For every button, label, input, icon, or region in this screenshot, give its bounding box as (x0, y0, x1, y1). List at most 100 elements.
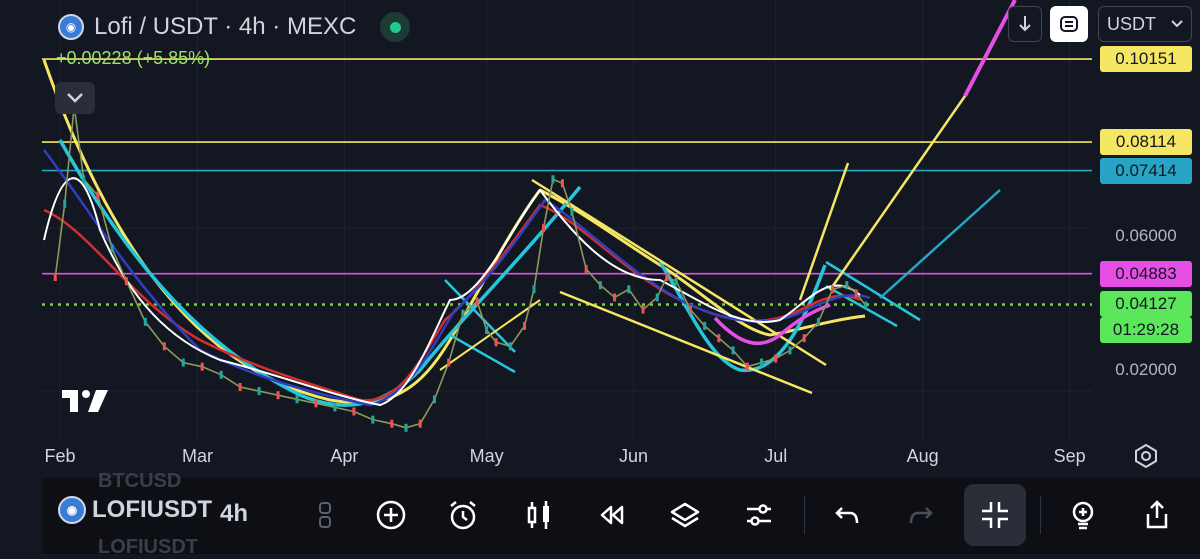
price-point (390, 419, 394, 428)
price-point (703, 321, 707, 330)
tradingview-logo-icon (62, 390, 108, 412)
redo-button[interactable] (896, 490, 946, 540)
price-point (333, 403, 337, 412)
x-tick-label: Aug (906, 446, 939, 466)
price-point (523, 321, 527, 330)
price-point (219, 370, 223, 379)
yellow-breakout-1 (798, 162, 850, 301)
settings-icon (1135, 443, 1157, 469)
price-level-label: 0.10151 (1100, 46, 1192, 73)
price-point (560, 179, 564, 188)
x-tick-label: Apr (330, 446, 359, 466)
x-tick-label: May (469, 446, 504, 466)
undo-icon (835, 507, 859, 524)
price-point (674, 277, 678, 286)
scroll-to-latest-button[interactable] (1008, 6, 1042, 42)
symbol-logo-icon: ◉ (58, 496, 86, 524)
redo-icon (909, 507, 933, 524)
chevron-down-icon (67, 93, 83, 103)
price-point (257, 387, 261, 396)
arrow-down-icon (1019, 16, 1031, 32)
horizontal-levels (42, 58, 1092, 306)
price-level-label: 0.08114 (1100, 129, 1192, 156)
cyan-target-line (879, 189, 1001, 299)
layers-icon (670, 502, 700, 528)
price-point (485, 326, 489, 334)
share-icon (1146, 500, 1168, 529)
ghost-ticker: LOFIUSDT (98, 536, 198, 558)
toolbar-divider (804, 496, 805, 534)
currency-select[interactable]: USDT (1098, 6, 1192, 42)
symbol-button[interactable]: ◉ LOFIUSDT (58, 496, 212, 524)
price-point (418, 419, 422, 428)
layers-button[interactable] (660, 490, 710, 540)
price-point (541, 224, 545, 233)
price-point (760, 358, 764, 367)
price-point (508, 342, 512, 351)
price-point (845, 281, 849, 290)
price-point (665, 273, 669, 282)
price-point (551, 175, 555, 184)
undo-button[interactable] (822, 490, 872, 540)
candlestick-icon (527, 501, 549, 529)
price-point (717, 334, 721, 343)
price-point (352, 407, 356, 416)
ideas-button[interactable] (1058, 490, 1108, 540)
price-point (461, 309, 465, 318)
share-button[interactable] (1132, 490, 1182, 540)
price-point (110, 244, 114, 253)
price-point (181, 358, 185, 367)
price-line (54, 105, 867, 429)
interval-button[interactable]: 4h (220, 500, 248, 528)
y-tick-label: 0.06000 (1115, 226, 1177, 245)
price-point (584, 264, 588, 273)
price-point (613, 293, 617, 302)
price-point (63, 199, 67, 208)
alert-button[interactable] (438, 490, 488, 540)
more-button[interactable] (300, 490, 350, 540)
settings-sliders-button[interactable] (734, 490, 784, 540)
chart-settings-button[interactable] (1122, 432, 1170, 480)
y-tick-label: 0.02000 (1115, 360, 1177, 379)
price-point (53, 273, 57, 282)
sync-button[interactable] (1050, 6, 1088, 42)
chart-title[interactable]: Lofi / USDT · 4h · MEXC (94, 13, 356, 41)
price-point (162, 342, 166, 351)
add-indicator-button[interactable] (366, 490, 416, 540)
cyan-handle-curve (658, 261, 827, 372)
fullscreen-exit-button[interactable] (964, 484, 1026, 546)
price-point (532, 285, 536, 294)
ghost-ticker: BTCUSD (98, 470, 182, 492)
price-point (238, 383, 242, 392)
rewind-icon (600, 505, 624, 525)
price-point (731, 346, 735, 355)
lightbulb-icon (1072, 501, 1094, 530)
price-point (655, 293, 659, 302)
x-tick-label: Feb (44, 446, 76, 466)
price-point (854, 289, 858, 298)
price-series (53, 101, 868, 432)
symbol-logo-icon[interactable]: ◉ (58, 14, 84, 40)
price-point (143, 317, 147, 326)
price-point (82, 175, 86, 184)
chevron-down-icon (1171, 20, 1183, 28)
x-tick-label: Jun (619, 446, 649, 466)
price-point (831, 285, 835, 294)
price-point (404, 423, 408, 432)
market-status-icon[interactable] (380, 12, 411, 42)
price-level-label: 0.07414 (1100, 157, 1192, 184)
sync-icon (1060, 16, 1078, 32)
chart-type-button[interactable] (514, 490, 564, 540)
chart-header: ◉ Lofi / USDT · 4h · MEXC (58, 12, 411, 42)
collapse-legend-button[interactable] (55, 82, 95, 114)
price-point (295, 395, 299, 404)
replay-button[interactable] (586, 490, 636, 540)
price-point (371, 415, 375, 424)
price-point (641, 305, 645, 314)
yellow-handle-curve (539, 188, 866, 337)
x-tick-label: Jul (764, 446, 788, 466)
tradingview-logo (60, 388, 110, 419)
price-point (788, 346, 792, 355)
price-point (200, 362, 204, 371)
price-level-label: 0.04127 (1100, 291, 1192, 318)
